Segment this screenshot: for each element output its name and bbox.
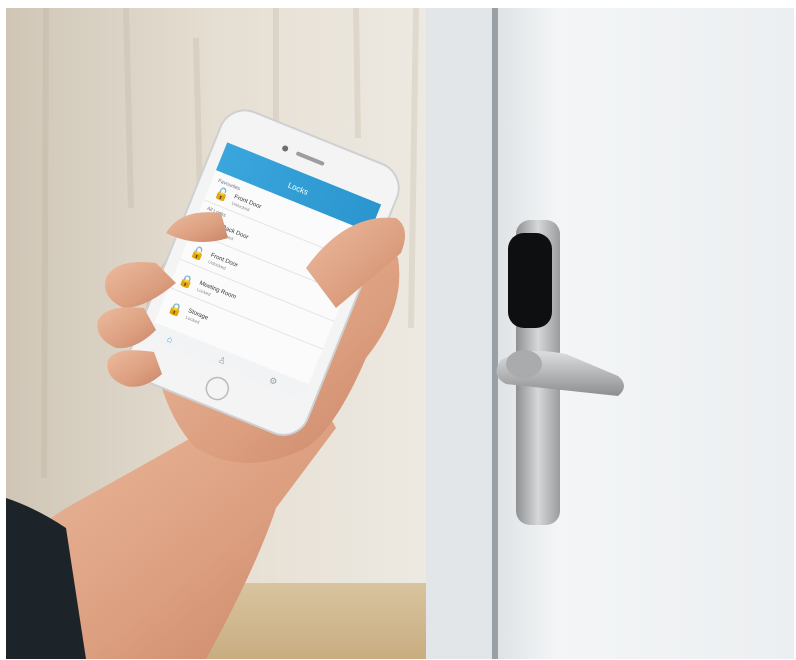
scene-illustration: Locks Favourites 🔓 Front Door Unlocked A…	[6, 8, 794, 659]
lock-reader	[508, 233, 552, 328]
photo: Locks Favourites 🔓 Front Door Unlocked A…	[6, 8, 794, 659]
handle-rose	[506, 350, 542, 378]
door-gap	[492, 8, 498, 659]
